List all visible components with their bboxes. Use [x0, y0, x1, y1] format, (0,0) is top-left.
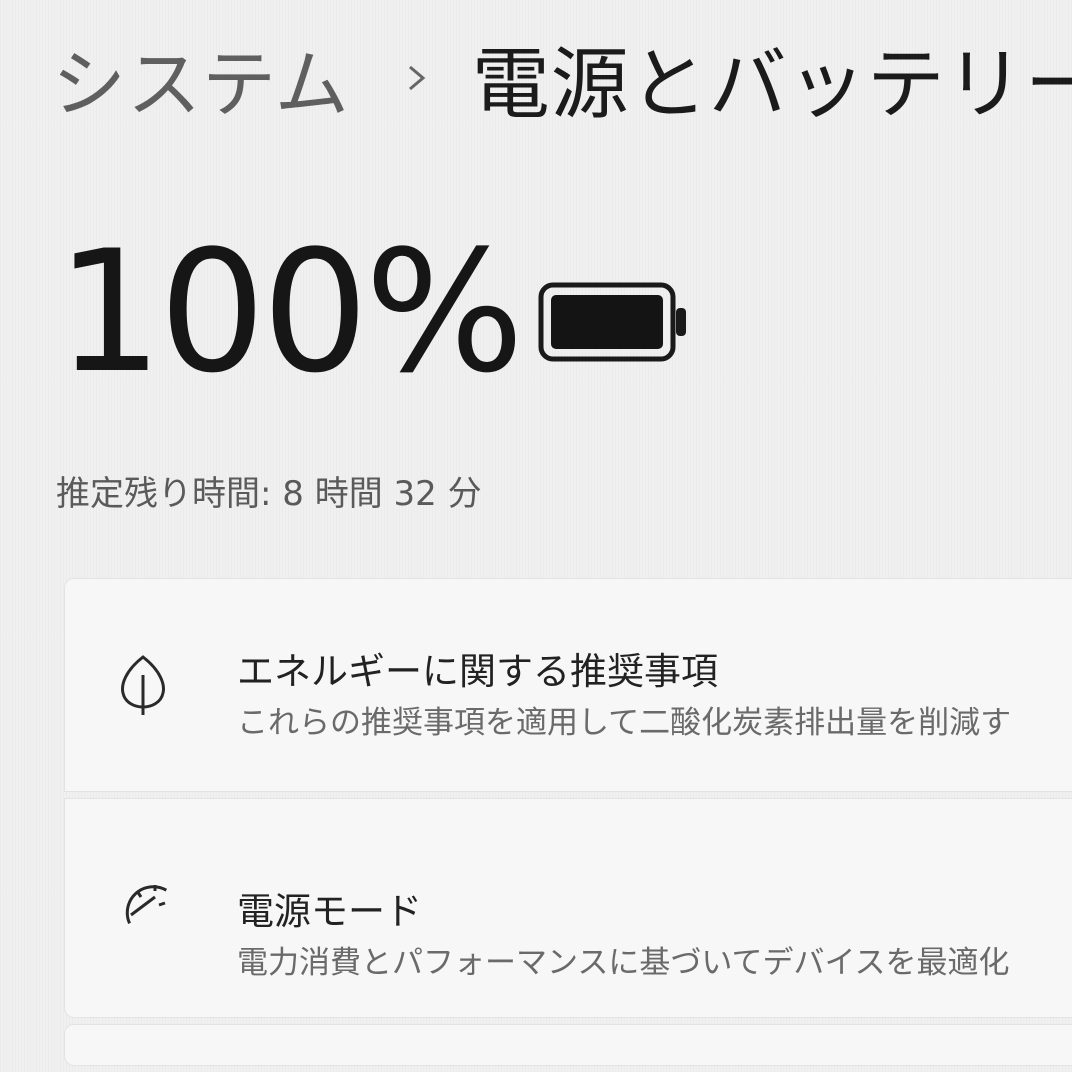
page-title: 電源とバッテリー — [471, 40, 1072, 130]
battery-full-icon — [538, 282, 690, 366]
estimated-time-remaining: 推定残り時間: 8 時間 32 分 — [56, 474, 482, 514]
next-settings-card[interactable] — [64, 1024, 1072, 1066]
card-title: エネルギーに関する推奨事項 — [237, 650, 718, 693]
settings-page: システム 電源とバッテリー 100% 推定残り時間: 8 時間 32 分 エネル… — [0, 0, 1072, 1072]
card-description: 電力消費とパフォーマンスに基づいてデバイスを最適化 — [237, 945, 1010, 981]
energy-recommendations-card[interactable]: エネルギーに関する推奨事項 これらの推奨事項を適用して二酸化炭素排出量を削減す — [64, 578, 1072, 792]
breadcrumb-system-link[interactable]: システム — [52, 25, 350, 132]
card-title: 電源モード — [237, 890, 422, 933]
leaf-icon — [115, 653, 171, 721]
card-description: これらの推奨事項を適用して二酸化炭素排出量を削減す — [237, 705, 1012, 741]
settings-cards: エネルギーに関する推奨事項 これらの推奨事項を適用して二酸化炭素排出量を削減す … — [64, 578, 1072, 1072]
gauge-icon — [115, 873, 179, 941]
battery-percentage: 100% — [56, 214, 524, 410]
power-mode-card[interactable]: 電源モード 電力消費とパフォーマンスに基づいてデバイスを最適化 — [64, 798, 1072, 1018]
breadcrumb: システム 電源とバッテリー — [52, 28, 1072, 130]
chevron-right-icon — [406, 63, 428, 93]
